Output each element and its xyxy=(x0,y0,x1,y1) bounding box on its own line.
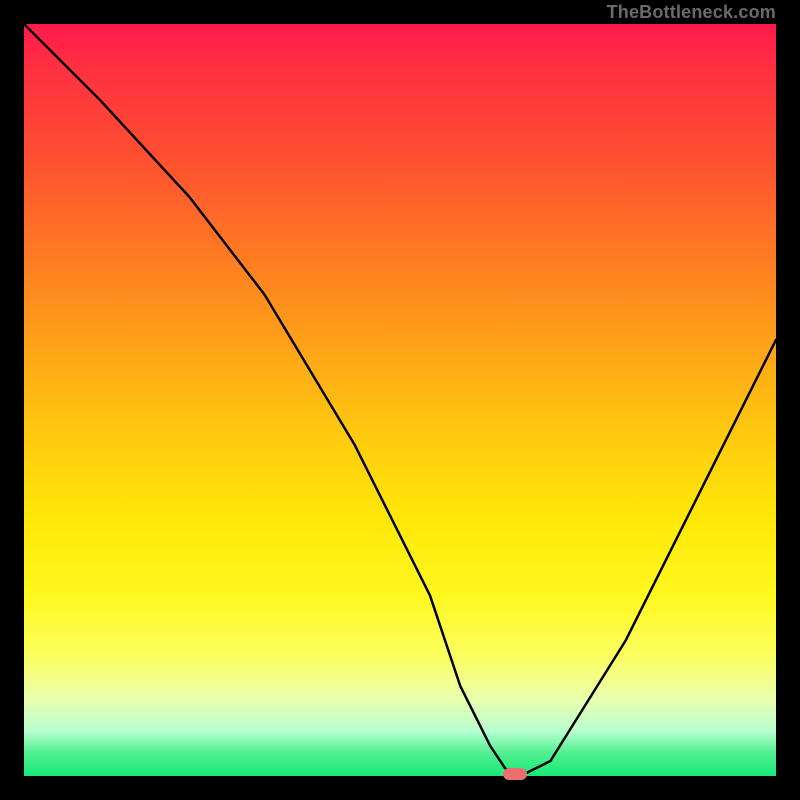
optimum-marker xyxy=(503,768,527,780)
plot-area xyxy=(22,22,778,778)
bottleneck-curve xyxy=(24,24,776,776)
curve-path xyxy=(24,24,776,776)
chart-frame: TheBottleneck.com xyxy=(0,0,800,800)
watermark-text: TheBottleneck.com xyxy=(607,2,776,23)
